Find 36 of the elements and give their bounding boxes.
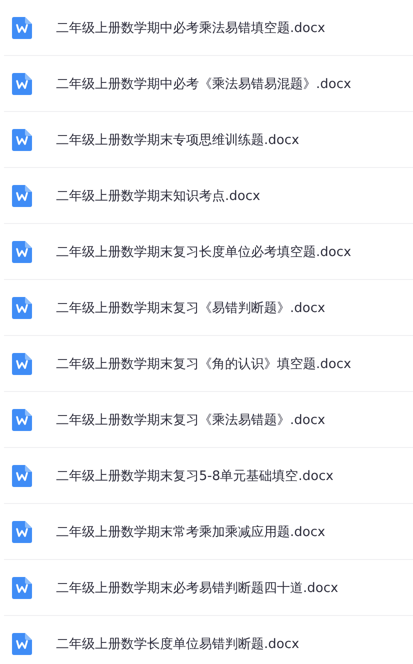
word-document-icon bbox=[12, 184, 32, 206]
file-name: 二年级上册数学期末复习《角的认识》填空题.docx bbox=[56, 356, 352, 372]
file-name: 二年级上册数学期中必考乘法易错填空题.docx bbox=[56, 20, 326, 36]
file-row[interactable]: 二年级上册数学期末复习《角的认识》填空题.docx bbox=[4, 336, 413, 392]
word-document-icon bbox=[12, 464, 32, 486]
file-name: 二年级上册数学长度单位易错判断题.docx bbox=[56, 636, 300, 652]
file-row[interactable]: 二年级上册数学期中必考乘法易错填空题.docx bbox=[4, 0, 413, 56]
word-document-icon bbox=[12, 408, 32, 430]
file-name: 二年级上册数学期末复习《易错判断题》.docx bbox=[56, 300, 326, 316]
word-document-icon bbox=[12, 128, 32, 150]
word-document-icon bbox=[12, 72, 32, 94]
file-name: 二年级上册数学期末常考乘加乘减应用题.docx bbox=[56, 524, 326, 540]
file-row[interactable]: 二年级上册数学期末复习长度单位必考填空题.docx bbox=[4, 224, 413, 280]
file-row[interactable]: 二年级上册数学期末复习5-8单元基础填空.docx bbox=[4, 448, 413, 504]
file-row[interactable]: 二年级上册数学期末必考易错判断题四十道.docx bbox=[4, 560, 413, 616]
word-document-icon bbox=[12, 352, 32, 374]
file-name: 二年级上册数学期末专项思维训练题.docx bbox=[56, 132, 300, 148]
file-name: 二年级上册数学期末复习5-8单元基础填空.docx bbox=[56, 468, 334, 484]
file-row[interactable]: 二年级上册数学长度单位易错判断题.docx bbox=[4, 616, 413, 664]
file-row[interactable]: 二年级上册数学期中必考《乘法易错易混题》.docx bbox=[4, 56, 413, 112]
file-name: 二年级上册数学期中必考《乘法易错易混题》.docx bbox=[56, 76, 352, 92]
file-row[interactable]: 二年级上册数学期末复习《易错判断题》.docx bbox=[4, 280, 413, 336]
file-row[interactable]: 二年级上册数学期末专项思维训练题.docx bbox=[4, 112, 413, 168]
word-document-icon bbox=[12, 16, 32, 38]
word-document-icon bbox=[12, 632, 32, 654]
word-document-icon bbox=[12, 576, 32, 598]
word-document-icon bbox=[12, 296, 32, 318]
file-name: 二年级上册数学期末知识考点.docx bbox=[56, 188, 260, 204]
file-row[interactable]: 二年级上册数学期末常考乘加乘减应用题.docx bbox=[4, 504, 413, 560]
file-row[interactable]: 二年级上册数学期末复习《乘法易错题》.docx bbox=[4, 392, 413, 448]
word-document-icon bbox=[12, 520, 32, 542]
word-document-icon bbox=[12, 240, 32, 262]
file-name: 二年级上册数学期末必考易错判断题四十道.docx bbox=[56, 580, 338, 596]
file-row[interactable]: 二年级上册数学期末知识考点.docx bbox=[4, 168, 413, 224]
file-name: 二年级上册数学期末复习长度单位必考填空题.docx bbox=[56, 244, 352, 260]
file-name: 二年级上册数学期末复习《乘法易错题》.docx bbox=[56, 412, 326, 428]
